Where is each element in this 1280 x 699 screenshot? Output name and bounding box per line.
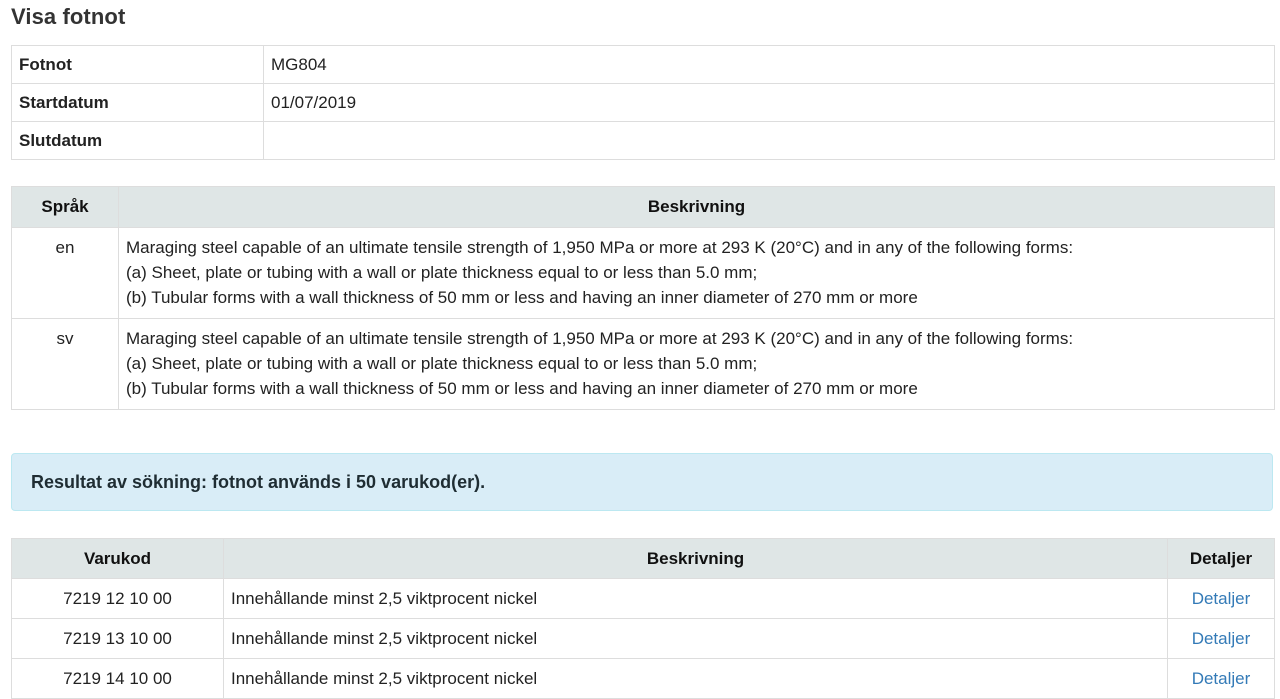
description-line: Maraging steel capable of an ultimate te…	[126, 329, 1074, 348]
description-line: (a) Sheet, plate or tubing with a wall o…	[126, 354, 758, 373]
details-cell: Detaljer	[1167, 578, 1275, 619]
info-label: Fotnot	[11, 45, 264, 84]
description-line: Maraging steel capable of an ultimate te…	[126, 238, 1074, 257]
commodity-description: Innehållande minst 2,5 viktprocent nicke…	[223, 618, 1168, 659]
language-description-table: Språk Beskrivning en Maraging steel capa…	[11, 186, 1275, 410]
details-link[interactable]: Detaljer	[1192, 629, 1251, 648]
page: Visa fotnot Fotnot MG804 Startdatum 01/0…	[0, 0, 1280, 699]
commodity-description: Innehållande minst 2,5 viktprocent nicke…	[223, 658, 1168, 699]
language-code: sv	[11, 318, 119, 410]
commodity-code: 7219 12 10 00	[11, 578, 224, 619]
table-row: 7219 12 10 00 Innehållande minst 2,5 vik…	[11, 578, 1275, 619]
table-row: sv Maraging steel capable of an ultimate…	[11, 318, 1275, 410]
description-line: (b) Tubular forms with a wall thickness …	[126, 288, 918, 307]
table-header-row: Varukod Beskrivning Detaljer	[11, 538, 1275, 579]
description-cell: Maraging steel capable of an ultimate te…	[118, 318, 1275, 410]
details-cell: Detaljer	[1167, 658, 1275, 699]
search-result-text: Resultat av sökning: fotnot används i 50…	[31, 471, 486, 492]
column-header-details: Detaljer	[1167, 538, 1275, 579]
table-row: 7219 14 10 00 Innehållande minst 2,5 vik…	[11, 658, 1275, 699]
commodity-code: 7219 14 10 00	[11, 658, 224, 699]
details-link[interactable]: Detaljer	[1192, 589, 1251, 608]
page-title: Visa fotnot	[11, 4, 126, 29]
info-value	[263, 121, 1275, 160]
info-value: MG804	[263, 45, 1275, 84]
language-code: en	[11, 227, 119, 319]
commodity-code: 7219 13 10 00	[11, 618, 224, 659]
info-row-footnote: Fotnot MG804	[11, 45, 1275, 84]
search-result-alert: Resultat av sökning: fotnot används i 50…	[11, 453, 1273, 511]
details-cell: Detaljer	[1167, 618, 1275, 659]
info-label: Slutdatum	[11, 121, 264, 160]
column-header-description: Beskrivning	[223, 538, 1168, 579]
table-row: 7219 13 10 00 Innehållande minst 2,5 vik…	[11, 618, 1275, 659]
column-header-code: Varukod	[11, 538, 224, 579]
commodity-code-table: Varukod Beskrivning Detaljer 7219 12 10 …	[11, 538, 1275, 699]
description-line: (a) Sheet, plate or tubing with a wall o…	[126, 263, 758, 282]
info-row-end-date: Slutdatum	[11, 121, 1275, 160]
description-cell: Maraging steel capable of an ultimate te…	[118, 227, 1275, 319]
column-header-description: Beskrivning	[118, 186, 1275, 228]
info-row-start-date: Startdatum 01/07/2019	[11, 83, 1275, 122]
info-label: Startdatum	[11, 83, 264, 122]
details-link[interactable]: Detaljer	[1192, 669, 1251, 688]
table-header-row: Språk Beskrivning	[11, 186, 1275, 228]
description-line: (b) Tubular forms with a wall thickness …	[126, 379, 918, 398]
info-value: 01/07/2019	[263, 83, 1275, 122]
table-row: en Maraging steel capable of an ultimate…	[11, 227, 1275, 319]
footnote-info-table: Fotnot MG804 Startdatum 01/07/2019 Slutd…	[11, 45, 1275, 160]
commodity-description: Innehållande minst 2,5 viktprocent nicke…	[223, 578, 1168, 619]
column-header-language: Språk	[11, 186, 119, 228]
